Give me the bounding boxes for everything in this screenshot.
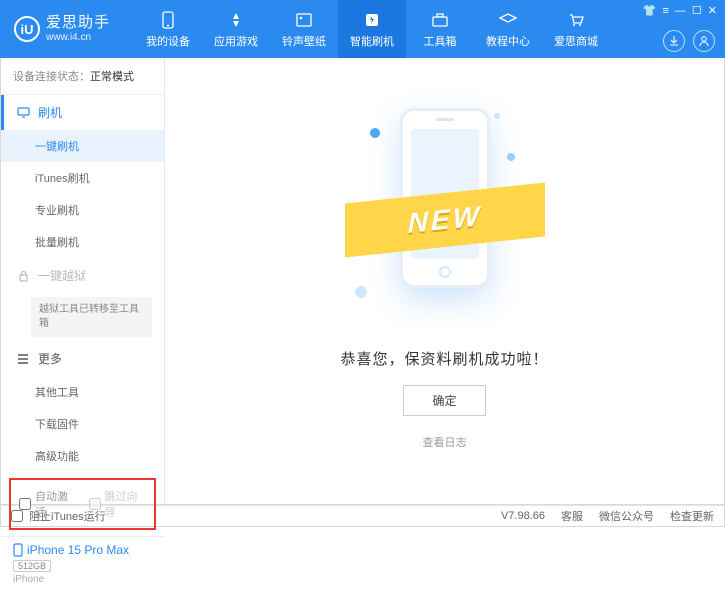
sidebar-batch-flash[interactable]: 批量刷机 [1, 226, 164, 258]
block-itunes-checkbox[interactable]: 阻止iTunes运行 [11, 508, 106, 524]
cart-icon [566, 10, 586, 30]
sidebar-jailbreak-header: 一键越狱 [1, 258, 164, 293]
window-controls: 👕 ≡ — ☐ ✕ [643, 4, 717, 17]
nav-store[interactable]: 爱思商城 [542, 0, 610, 58]
graduation-icon [498, 10, 518, 30]
minimize-icon[interactable]: — [675, 5, 686, 17]
app-title: 爱思助手 [46, 15, 110, 32]
sidebar-advanced[interactable]: 高级功能 [1, 440, 164, 472]
monitor-icon [16, 106, 30, 120]
device-name[interactable]: iPhone 15 Pro Max [13, 543, 152, 557]
device-status: 设备连接状态：正常模式 [1, 58, 164, 95]
check-update-link[interactable]: 检查更新 [670, 508, 714, 524]
ok-button[interactable]: 确定 [403, 385, 485, 416]
phone-small-icon [13, 543, 23, 557]
device-info: iPhone 15 Pro Max 512GB iPhone [1, 536, 164, 591]
app-url: www.i4.cn [46, 32, 110, 43]
sidebar-download-firmware[interactable]: 下载固件 [1, 408, 164, 440]
user-icon[interactable] [693, 30, 715, 52]
phone-icon [158, 10, 178, 30]
sidebar-other-tools[interactable]: 其他工具 [1, 376, 164, 408]
logo-icon: iU [14, 16, 40, 42]
success-illustration: NEW [350, 98, 540, 328]
menu-icon[interactable]: ≡ [662, 5, 668, 17]
device-type: iPhone [13, 574, 152, 585]
download-icon[interactable] [663, 30, 685, 52]
app-icon [226, 10, 246, 30]
version-label: V7.98.66 [501, 510, 545, 522]
logo: iU 爱思助手 www.i4.cn [0, 15, 124, 43]
nav-apps[interactable]: 应用游戏 [202, 0, 270, 58]
storage-badge: 512GB [13, 560, 51, 572]
jailbreak-note: 越狱工具已转移至工具箱 [31, 297, 152, 337]
main-content: NEW 恭喜您，保资料刷机成功啦！ 确定 查看日志 [165, 58, 724, 504]
skin-icon[interactable]: 👕 [643, 4, 657, 17]
image-icon [294, 10, 314, 30]
success-message: 恭喜您，保资料刷机成功啦！ [340, 348, 548, 369]
nav-smart-flash[interactable]: 智能刷机 [338, 0, 406, 58]
nav-my-device[interactable]: 我的设备 [134, 0, 202, 58]
list-icon [16, 352, 30, 366]
sidebar-pro-flash[interactable]: 专业刷机 [1, 194, 164, 226]
sidebar-more-header[interactable]: 更多 [1, 341, 164, 376]
view-log-link[interactable]: 查看日志 [423, 434, 467, 450]
support-link[interactable]: 客服 [561, 508, 583, 524]
lock-icon [16, 269, 30, 283]
sidebar: 设备连接状态：正常模式 刷机 一键刷机 iTunes刷机 专业刷机 批量刷机 一… [1, 58, 165, 504]
sidebar-flash-header[interactable]: 刷机 [1, 95, 164, 130]
sidebar-one-key-flash[interactable]: 一键刷机 [1, 130, 164, 162]
top-nav: 我的设备 应用游戏 铃声壁纸 智能刷机 工具箱 教程中心 爱思商城 [134, 0, 610, 58]
maximize-icon[interactable]: ☐ [692, 4, 702, 17]
close-icon[interactable]: ✕ [708, 4, 717, 17]
new-ribbon: NEW [345, 182, 545, 257]
sidebar-itunes-flash[interactable]: iTunes刷机 [1, 162, 164, 194]
flash-icon [362, 10, 382, 30]
nav-ringtones[interactable]: 铃声壁纸 [270, 0, 338, 58]
nav-tutorials[interactable]: 教程中心 [474, 0, 542, 58]
app-header: iU 爱思助手 www.i4.cn 我的设备 应用游戏 铃声壁纸 智能刷机 工具… [0, 0, 725, 58]
nav-toolbox[interactable]: 工具箱 [406, 0, 474, 58]
toolbox-icon [430, 10, 450, 30]
wechat-link[interactable]: 微信公众号 [599, 508, 654, 524]
